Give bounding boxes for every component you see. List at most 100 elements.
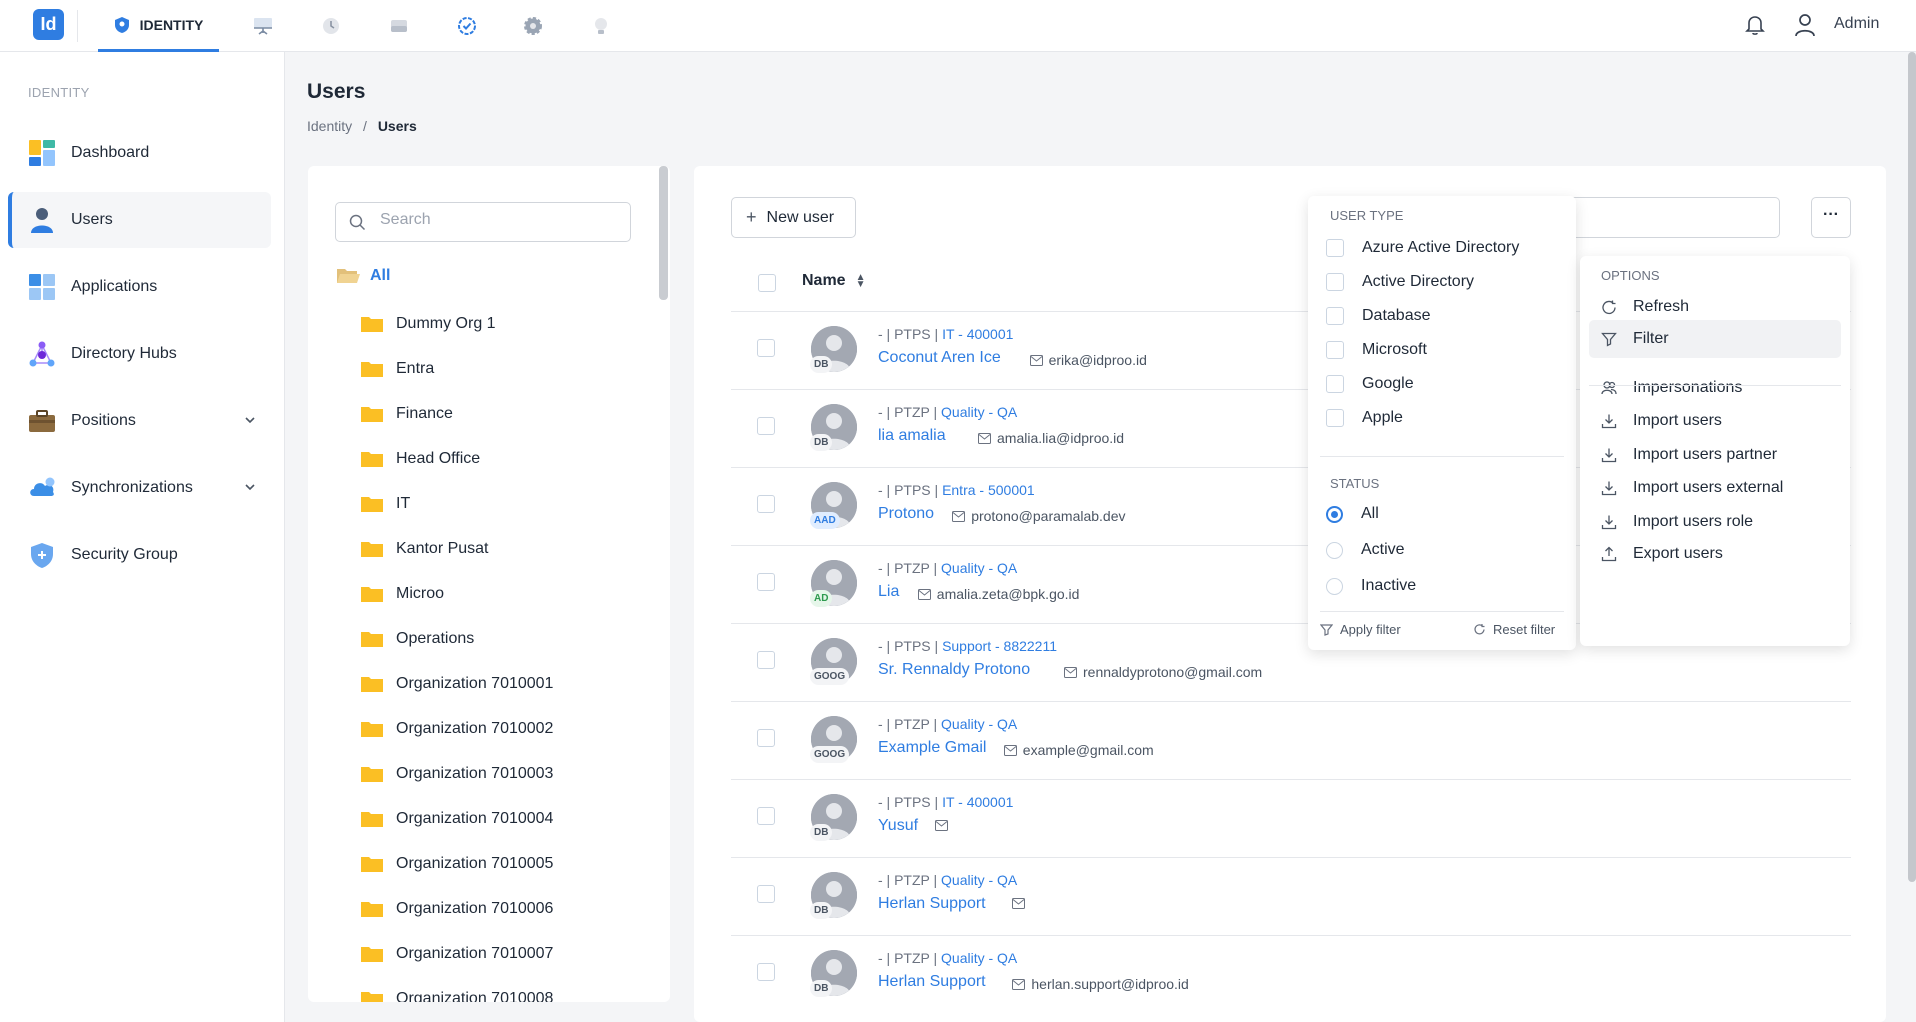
tree-node[interactable]: Entra <box>360 354 434 384</box>
apply-filter-button[interactable]: Apply filter <box>1320 622 1401 637</box>
row-checkbox[interactable] <box>757 885 775 903</box>
row-checkbox[interactable] <box>757 963 775 981</box>
tree-node[interactable]: Organization 7010001 <box>360 669 553 699</box>
checkbox[interactable] <box>1326 375 1344 393</box>
tab-server[interactable] <box>386 0 411 52</box>
user-org[interactable]: Entra - 500001 <box>942 482 1035 498</box>
bell-icon[interactable] <box>1745 14 1765 36</box>
tree-node[interactable]: Operations <box>360 624 474 654</box>
checkbox[interactable] <box>1326 307 1344 325</box>
reset-filter-button[interactable]: Reset filter <box>1473 622 1555 637</box>
sidebar-item-security-group[interactable]: Security Group <box>8 527 271 583</box>
tree-node[interactable]: Microo <box>360 579 444 609</box>
chevron-down-icon[interactable] <box>243 413 257 427</box>
table-row[interactable]: DB - | PTZP | Quality - QA Herlan Support <box>731 857 1851 935</box>
tree-node[interactable]: Dummy Org 1 <box>360 309 496 339</box>
row-checkbox[interactable] <box>757 495 775 513</box>
user-name-link[interactable]: Herlan Support <box>878 973 986 991</box>
user-type-option[interactable]: Azure Active Directory <box>1326 239 1519 257</box>
page-scrollbar[interactable] <box>1908 52 1916 882</box>
sidebar-item-dashboard[interactable]: Dashboard <box>8 125 271 181</box>
user-org[interactable]: Quality - QA <box>941 404 1017 420</box>
app-logo[interactable]: Id <box>33 9 64 40</box>
tree-node[interactable]: Organization 7010002 <box>360 714 553 744</box>
tree-node[interactable]: Finance <box>360 399 453 429</box>
row-checkbox[interactable] <box>757 651 775 669</box>
sidebar-item-positions[interactable]: Positions <box>8 393 271 449</box>
sidebar-item-users[interactable]: Users <box>8 192 271 248</box>
row-checkbox[interactable] <box>757 807 775 825</box>
tree-root-all[interactable]: All <box>336 266 390 286</box>
tree-node[interactable]: Organization 7010008 <box>360 984 553 1002</box>
user-org[interactable]: Quality - QA <box>941 950 1017 966</box>
user-org[interactable]: IT - 400001 <box>942 794 1013 810</box>
org-search-input[interactable] <box>380 211 620 229</box>
tree-node[interactable]: Head Office <box>360 444 480 474</box>
new-user-button[interactable]: + New user <box>731 197 856 238</box>
row-checkbox[interactable] <box>757 417 775 435</box>
tree-node[interactable]: Organization 7010005 <box>360 849 553 879</box>
checkbox[interactable] <box>1326 239 1344 257</box>
user-icon[interactable] <box>1794 13 1816 37</box>
tab-identity[interactable]: IDENTITY <box>98 0 219 52</box>
tab-verification[interactable] <box>454 0 479 52</box>
sidebar-item-synchronizations[interactable]: Synchronizations <box>8 460 271 516</box>
tree-node[interactable]: Organization 7010006 <box>360 894 553 924</box>
checkbox[interactable] <box>1326 273 1344 291</box>
status-option[interactable]: Active <box>1326 541 1405 559</box>
user-type-option[interactable]: Database <box>1326 307 1431 325</box>
tree-node[interactable]: IT <box>360 489 410 519</box>
user-org[interactable]: Quality - QA <box>941 560 1017 576</box>
status-option[interactable]: Inactive <box>1326 577 1416 595</box>
user-name-link[interactable]: lia amalia <box>878 427 946 445</box>
tab-presentation[interactable] <box>250 0 275 52</box>
option-filter[interactable]: Filter <box>1589 320 1841 358</box>
tab-ideas[interactable] <box>588 0 613 52</box>
tab-history[interactable] <box>318 0 343 52</box>
sidebar-item-directory-hubs[interactable]: Directory Hubs <box>8 326 271 382</box>
radio-button[interactable] <box>1326 505 1343 523</box>
option-import-users-external[interactable]: Import users external <box>1589 469 1841 507</box>
row-checkbox[interactable] <box>757 729 775 747</box>
user-name-link[interactable]: Yusuf <box>878 817 918 835</box>
org-search[interactable] <box>335 202 631 242</box>
tree-node[interactable]: Kantor Pusat <box>360 534 489 564</box>
user-type-option[interactable]: Active Directory <box>1326 273 1474 291</box>
checkbox[interactable] <box>1326 341 1344 359</box>
user-search[interactable] <box>1544 197 1780 238</box>
user-type-option[interactable]: Google <box>1326 375 1414 393</box>
option-import-users[interactable]: Import users <box>1589 402 1841 440</box>
user-name[interactable]: Admin <box>1834 15 1879 33</box>
row-checkbox[interactable] <box>757 573 775 591</box>
user-org[interactable]: IT - 400001 <box>942 326 1013 342</box>
user-org[interactable]: Support - 8822211 <box>942 638 1057 654</box>
sort-icon[interactable]: ▲ ▼ <box>856 273 866 290</box>
user-name-link[interactable]: Herlan Support <box>878 895 986 913</box>
checkbox[interactable] <box>1326 409 1344 427</box>
sidebar-item-applications[interactable]: Applications <box>8 259 271 315</box>
radio-button[interactable] <box>1326 577 1343 595</box>
breadcrumb-item[interactable]: Identity <box>307 118 352 134</box>
user-name-link[interactable]: Coconut Aren Ice <box>878 349 1001 367</box>
table-row[interactable]: GOOG - | PTZP | Quality - QA Example Gmail… <box>731 701 1851 779</box>
status-option[interactable]: All <box>1326 505 1379 523</box>
table-row[interactable]: DB - | PTZP | Quality - QA Herlan Support h… <box>731 935 1851 1013</box>
user-org[interactable]: Quality - QA <box>941 872 1017 888</box>
tree-node[interactable]: Organization 7010007 <box>360 939 553 969</box>
tree-scrollbar[interactable] <box>659 166 668 300</box>
user-type-option[interactable]: Apple <box>1326 409 1403 427</box>
tree-node[interactable]: Organization 7010004 <box>360 804 553 834</box>
user-name-link[interactable]: Sr. Rennaldy Protono <box>878 661 1030 679</box>
user-name-link[interactable]: Lia <box>878 583 899 601</box>
radio-button[interactable] <box>1326 541 1343 559</box>
name-column-header[interactable]: Name ▲ ▼ <box>802 272 865 290</box>
more-options-button[interactable]: ··· <box>1811 197 1851 238</box>
user-name-link[interactable]: Example Gmail <box>878 739 986 757</box>
select-all-checkbox[interactable] <box>758 274 776 297</box>
user-type-option[interactable]: Microsoft <box>1326 341 1427 359</box>
table-row[interactable]: DB - | PTPS | IT - 400001 Yusuf <box>731 779 1851 857</box>
user-name-link[interactable]: Protono <box>878 505 934 523</box>
chevron-down-icon[interactable] <box>243 480 257 494</box>
row-checkbox[interactable] <box>757 339 775 357</box>
tab-settings[interactable] <box>520 0 545 52</box>
